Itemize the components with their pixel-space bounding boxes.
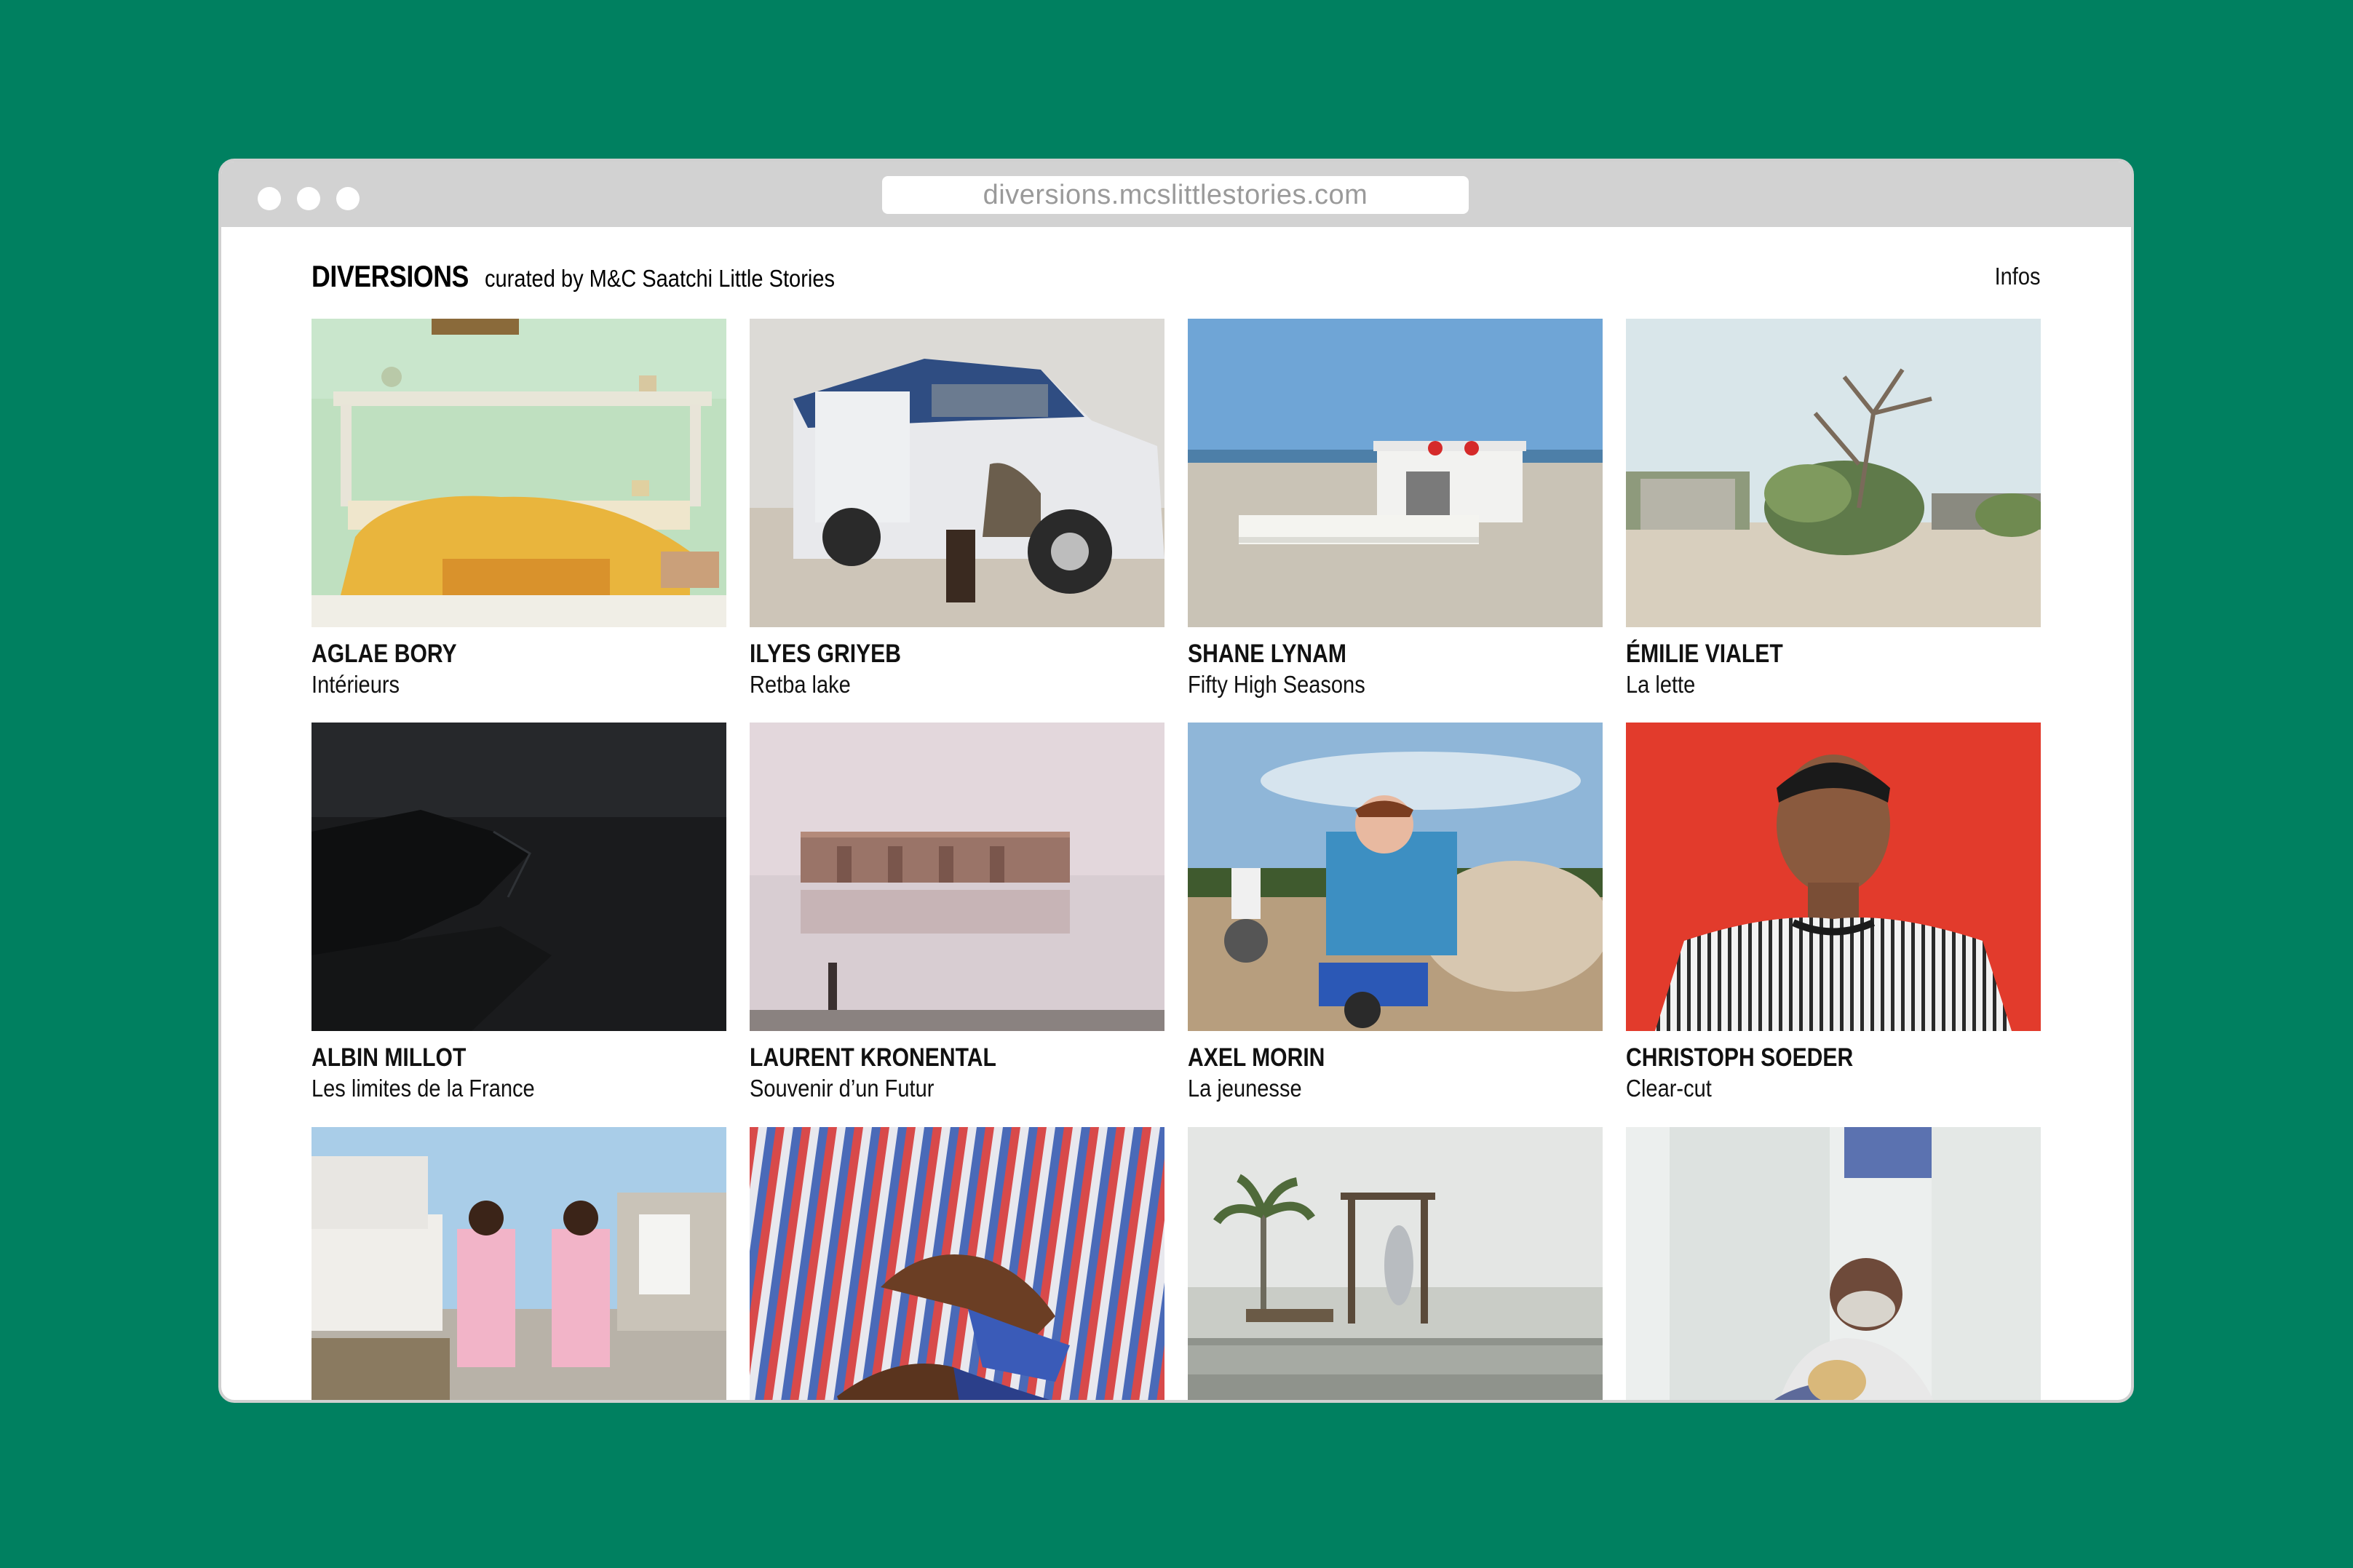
photo-thumbnail[interactable] xyxy=(312,319,726,627)
series-title[interactable]: Clear-cut xyxy=(1626,1073,1991,1103)
gallery-card[interactable]: CHRISTOPH SOEDER Clear-cut xyxy=(1626,723,2041,1103)
photo-thumbnail[interactable] xyxy=(1188,723,1603,1032)
photo-thumbnail[interactable] xyxy=(1626,319,2041,627)
series-title[interactable]: Fifty High Seasons xyxy=(1188,669,1553,699)
series-title[interactable]: La jeunesse xyxy=(1188,1073,1553,1103)
series-title[interactable]: Retba lake xyxy=(750,669,1115,699)
maximize-window-dot[interactable] xyxy=(336,187,360,210)
gallery-card[interactable]: ÉMILIE VIALET La lette xyxy=(1626,319,2041,699)
series-title[interactable]: Intérieurs xyxy=(312,669,677,699)
photo-thumbnail[interactable] xyxy=(750,319,1164,627)
page-content: DIVERSIONS curated by M&C Saatchi Little… xyxy=(312,227,2041,1400)
site-logo[interactable]: DIVERSIONS xyxy=(312,259,469,294)
artist-name[interactable]: CHRISTOPH SOEDER xyxy=(1626,1043,1983,1073)
series-title[interactable]: La lette xyxy=(1626,669,1991,699)
photo-thumbnail[interactable] xyxy=(312,723,726,1032)
artist-name[interactable]: ILYES GRIYEB xyxy=(750,639,1106,669)
address-bar[interactable]: diversions.mcslittlestories.com xyxy=(882,176,1469,214)
window-controls xyxy=(258,187,360,210)
photo-thumbnail[interactable] xyxy=(1188,319,1603,627)
gallery-card[interactable] xyxy=(750,1126,1164,1400)
minimize-window-dot[interactable] xyxy=(297,187,320,210)
gallery-card[interactable]: AXEL MORIN La jeunesse xyxy=(1188,723,1603,1103)
site-tagline: curated by M&C Saatchi Little Stories xyxy=(485,265,836,292)
artist-name[interactable]: LAURENT KRONENTAL xyxy=(750,1043,1106,1073)
artist-name[interactable]: AXEL MORIN xyxy=(1188,1043,1544,1073)
photo-thumbnail[interactable] xyxy=(750,1126,1164,1400)
series-title[interactable]: Les limites de la France xyxy=(312,1073,677,1103)
series-title[interactable]: Souvenir d’un Futur xyxy=(750,1073,1115,1103)
gallery-card[interactable] xyxy=(1188,1126,1603,1400)
browser-window: diversions.mcslittlestories.com DIVERSIO… xyxy=(218,159,2134,1403)
site-header: DIVERSIONS curated by M&C Saatchi Little… xyxy=(312,227,2041,311)
gallery-card[interactable]: SHANE LYNAM Fifty High Seasons xyxy=(1188,319,1603,699)
infos-link[interactable]: Infos xyxy=(1995,263,2041,290)
photo-thumbnail[interactable] xyxy=(750,723,1164,1032)
photo-thumbnail[interactable] xyxy=(312,1126,726,1400)
brand[interactable]: DIVERSIONS curated by M&C Saatchi Little… xyxy=(312,259,883,294)
gallery-grid: AGLAE BORY Intérieurs ILYES GRIYEB Retba… xyxy=(312,319,2041,1400)
artist-name[interactable]: ALBIN MILLOT xyxy=(312,1043,668,1073)
browser-toolbar: diversions.mcslittlestories.com xyxy=(221,162,2131,227)
artist-name[interactable]: AGLAE BORY xyxy=(312,639,668,669)
gallery-card[interactable] xyxy=(1626,1126,2041,1400)
artist-name[interactable]: ÉMILIE VIALET xyxy=(1626,639,1983,669)
gallery-card[interactable]: ALBIN MILLOT Les limites de la France xyxy=(312,723,726,1103)
gallery-card[interactable]: LAURENT KRONENTAL Souvenir d’un Futur xyxy=(750,723,1164,1103)
artist-name[interactable]: SHANE LYNAM xyxy=(1188,639,1544,669)
close-window-dot[interactable] xyxy=(258,187,281,210)
gallery-card[interactable]: ILYES GRIYEB Retba lake xyxy=(750,319,1164,699)
photo-thumbnail[interactable] xyxy=(1626,1126,2041,1400)
photo-thumbnail[interactable] xyxy=(1188,1126,1603,1400)
gallery-card[interactable] xyxy=(312,1126,726,1400)
photo-thumbnail[interactable] xyxy=(1626,723,2041,1032)
gallery-card[interactable]: AGLAE BORY Intérieurs xyxy=(312,319,726,699)
